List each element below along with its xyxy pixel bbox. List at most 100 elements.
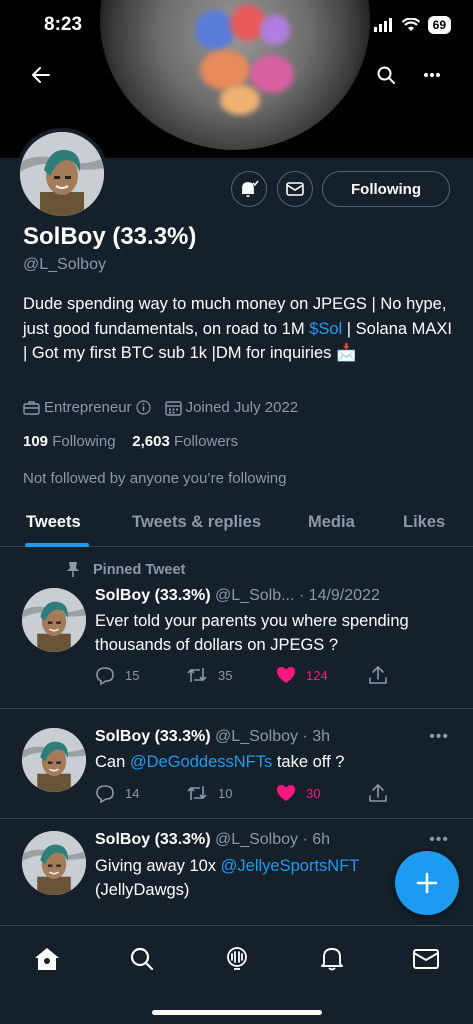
retweet-button[interactable]: 10 [186, 784, 232, 802]
tweet-more-button[interactable]: ••• [429, 728, 449, 746]
status-bar: 8:23 69 [0, 14, 473, 38]
back-button[interactable] [24, 58, 58, 92]
info-icon[interactable] [135, 400, 151, 415]
battery-indicator: 69 [427, 16, 451, 34]
reply-button[interactable]: 14 [95, 784, 139, 803]
tweet-author-name[interactable]: SolBoy (33.3%) [95, 728, 211, 745]
following-button[interactable]: Following [322, 171, 450, 207]
reply-count: 14 [125, 786, 140, 801]
tweet-author-name[interactable]: SolBoy (33.3%) [95, 831, 211, 848]
pin-icon [67, 562, 79, 577]
reply-button[interactable]: 15 [95, 666, 139, 685]
share-icon [369, 784, 387, 802]
profile-bio: Dude spending way to much money on JPEGS… [23, 292, 453, 366]
nav-messages[interactable] [411, 944, 441, 974]
signal-icon [373, 18, 392, 32]
wifi-icon [401, 18, 420, 31]
like-button[interactable]: 124 [276, 666, 328, 684]
avatar-illustration [22, 831, 86, 895]
envelope-icon [413, 949, 439, 969]
retweet-count: 35 [218, 667, 233, 683]
spaces-microphone-icon [227, 947, 247, 970]
mention-link[interactable]: @DeGoddessNFTs [130, 753, 272, 771]
nav-search[interactable] [127, 944, 157, 974]
tweet-text-line2: (JellyDawgs) [95, 881, 190, 899]
more-options-button[interactable] [415, 58, 449, 92]
followers-label: Followers [173, 433, 239, 450]
reply-count: 15 [125, 668, 140, 683]
message-button[interactable] [277, 171, 313, 207]
tweet-text-part: Can [95, 753, 130, 771]
follow-counts: 109 Following 2,603 Followers [23, 433, 238, 450]
tab-tweets[interactable]: Tweets [26, 513, 81, 532]
tweet-author-name[interactable]: SolBoy (33.3%) [95, 587, 211, 604]
not-followed-text: Not followed by anyone you’re following [23, 470, 287, 487]
share-button[interactable] [369, 784, 387, 803]
more-dots-icon [424, 73, 440, 77]
tweet-avatar[interactable] [22, 831, 86, 895]
tweet-text: Can @DeGoddessNFTs take off ? [95, 750, 455, 774]
status-time: 8:23 [44, 14, 83, 35]
tweet-header: SolBoy (33.3%) @L_Solboy · 3h [95, 728, 330, 746]
profile-handle: @L_Solboy [23, 256, 106, 273]
back-arrow-icon [32, 67, 50, 83]
tab-media[interactable]: Media [308, 513, 355, 532]
profile-joined: Joined July 2022 [185, 399, 299, 416]
heart-filled-icon [277, 667, 295, 683]
pinned-indicator: Pinned Tweet [65, 561, 185, 578]
notifications-button[interactable] [231, 171, 267, 207]
tweet-text-part: Giving away 10x [95, 857, 221, 875]
home-icon [35, 948, 59, 970]
reply-icon [96, 785, 114, 803]
profile-name: SolBoy (33.3%) [23, 223, 197, 250]
tweet-handle-time: @L_Solb... · 14/9/2022 [215, 587, 380, 604]
envelope-icon [286, 182, 304, 196]
tweet-text: Ever told your parents you where spendin… [95, 612, 409, 654]
reply-icon [96, 667, 114, 685]
retweet-count: 10 [218, 785, 233, 801]
retweet-icon [187, 668, 207, 682]
nav-home[interactable] [32, 944, 62, 974]
bell-icon [321, 948, 343, 971]
like-count: 30 [306, 785, 321, 801]
briefcase-icon [23, 401, 40, 415]
followers-link[interactable]: 2,603 Followers [132, 433, 238, 450]
mention-link[interactable]: @JellyeSportsNFT [221, 857, 360, 875]
profile-avatar[interactable] [16, 128, 108, 220]
search-icon [130, 947, 154, 971]
envelope-emoji: 📩 [335, 344, 357, 362]
share-button[interactable] [369, 666, 387, 685]
search-button[interactable] [369, 58, 403, 92]
active-tab-indicator [25, 543, 89, 547]
tweet-handle-time: @L_Solboy · 3h [215, 728, 331, 745]
tab-likes[interactable]: Likes [403, 513, 445, 532]
compose-tweet-button[interactable] [395, 851, 459, 915]
plus-icon [416, 872, 438, 894]
like-button[interactable]: 30 [276, 784, 320, 802]
bio-cashtag-link[interactable]: $Sol [309, 320, 342, 338]
nav-spaces[interactable] [222, 944, 252, 974]
heart-filled-icon [277, 785, 295, 801]
profile-tabs: Tweets Tweets & replies Media Likes [0, 500, 473, 547]
tweet-handle-time: @L_Solboy · 6h [215, 831, 331, 848]
bell-check-icon [242, 180, 259, 197]
bottom-navigation [0, 925, 473, 1024]
tab-tweets-replies[interactable]: Tweets & replies [132, 513, 261, 532]
tweet-avatar[interactable] [22, 728, 86, 792]
avatar-illustration [20, 132, 104, 216]
nav-notifications[interactable] [317, 944, 347, 974]
search-icon [377, 66, 395, 84]
tweet-text-part: take off ? [272, 753, 345, 771]
tweet-more-button[interactable]: ••• [429, 831, 449, 849]
following-count: 109 [23, 433, 49, 450]
retweet-icon [187, 786, 207, 800]
like-count: 124 [306, 667, 328, 683]
retweet-button[interactable]: 35 [186, 666, 232, 684]
tweet-header: SolBoy (33.3%) @L_Solb... · 14/9/2022 [95, 587, 380, 605]
tweet-header: SolBoy (33.3%) @L_Solboy · 6h [95, 831, 330, 849]
tweet-avatar[interactable] [22, 588, 86, 652]
profile-meta: Entrepreneur Joined July 2022 [23, 399, 298, 416]
calendar-icon [164, 400, 182, 416]
following-link[interactable]: 109 Following [23, 433, 116, 450]
share-icon [369, 666, 387, 684]
